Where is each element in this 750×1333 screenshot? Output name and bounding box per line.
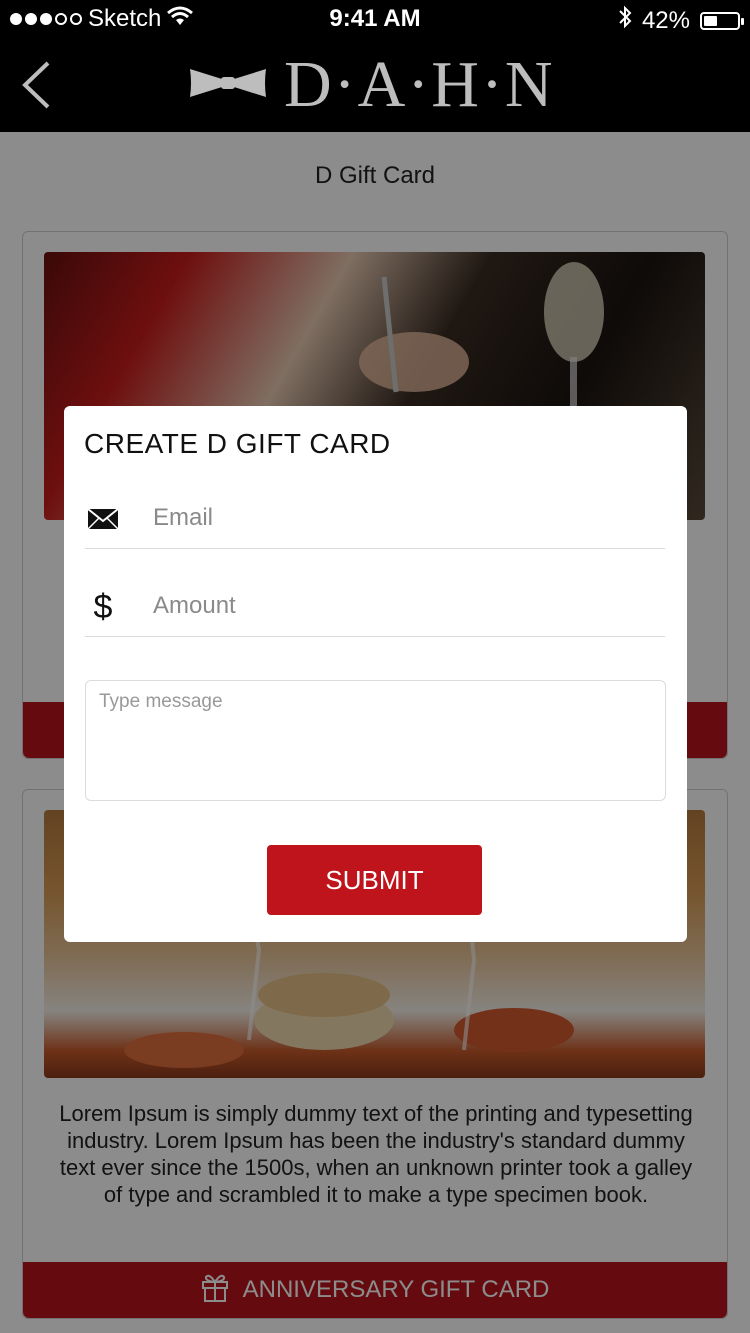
logo: D·A·H·N xyxy=(188,52,555,118)
bow-tie-icon xyxy=(188,65,268,106)
logo-text: D·A·H·N xyxy=(284,48,555,121)
submit-button[interactable]: SUBMIT xyxy=(267,845,482,915)
amount-field: $ xyxy=(85,578,665,637)
amount-input[interactable] xyxy=(153,586,653,626)
modal-title: CREATE D GIFT CARD xyxy=(84,428,391,459)
bluetooth-icon xyxy=(618,5,632,36)
nav-bar: D·A·H·N xyxy=(0,38,750,132)
email-field xyxy=(85,490,665,549)
status-right: 42% xyxy=(618,5,744,36)
battery-icon xyxy=(700,11,744,30)
message-textarea[interactable] xyxy=(85,680,666,801)
status-bar: Sketch 9:41 AM 42% xyxy=(0,0,750,38)
battery-percent: 42% xyxy=(641,6,690,34)
email-input[interactable] xyxy=(153,498,653,538)
dollar-icon: $ xyxy=(93,588,113,626)
create-gift-card-modal: CREATE D GIFT CARD $ SUBMIT xyxy=(64,406,687,942)
chevron-left-icon[interactable] xyxy=(20,60,52,115)
envelope-icon xyxy=(85,504,121,534)
